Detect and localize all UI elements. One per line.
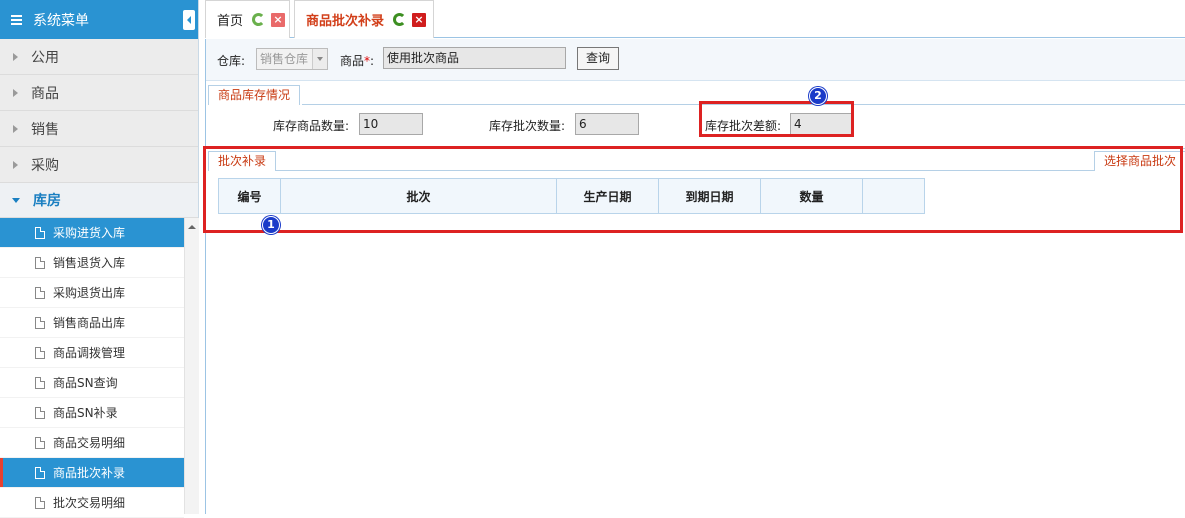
sidebar-group-public[interactable]: 公用	[0, 39, 198, 75]
product-label: 商品*:	[340, 54, 375, 68]
warehouse-select-value: 销售仓库	[260, 52, 309, 66]
chevron-right-icon	[13, 52, 18, 61]
annotation-badge-1: 1	[262, 216, 280, 234]
document-icon	[35, 436, 45, 449]
sidebar-item-sales-outbound[interactable]: 销售商品出库	[0, 308, 184, 338]
sidebar-group-label: 销售	[31, 121, 59, 138]
filter-bar: 仓库: 销售仓库 商品*: 使用批次商品 查询	[206, 39, 1185, 81]
tab-label: 商品批次补录	[306, 14, 385, 29]
warehouse-select[interactable]: 销售仓库	[256, 48, 328, 70]
sidebar-item-purchase-inbound[interactable]: 采购进货入库	[0, 218, 184, 248]
sidebar-item-batch-entry[interactable]: 商品批次补录	[0, 458, 184, 488]
sidebar-item-sn-entry[interactable]: 商品SN补录	[0, 398, 184, 428]
tab-stock-status[interactable]: 商品库存情况	[208, 85, 301, 105]
content-panel: 仓库: 销售仓库 商品*: 使用批次商品 查询 商品库存情况 库存商品数量: 1…	[205, 39, 1185, 514]
sidebar-item-label: 商品交易明细	[53, 436, 126, 450]
sidebar-group-label: 库房	[33, 193, 61, 209]
close-icon[interactable]: ×	[412, 12, 427, 27]
chevron-right-icon	[13, 88, 18, 97]
document-icon	[35, 406, 45, 419]
refresh-icon[interactable]	[252, 13, 266, 26]
stock-qty-label: 库存商品数量:	[273, 119, 350, 133]
warehouse-label: 仓库:	[217, 54, 246, 68]
product-input[interactable]: 使用批次商品	[383, 47, 566, 69]
sidebar-group-purchase[interactable]: 采购	[0, 147, 198, 183]
sidebar-item-purchase-return-outbound[interactable]: 采购退货出库	[0, 278, 184, 308]
chevron-right-icon	[13, 160, 18, 169]
refresh-icon[interactable]	[393, 13, 407, 26]
sidebar-item-label: 批次交易明细	[53, 496, 126, 510]
batch-qty-label: 库存批次数量:	[489, 119, 566, 133]
document-icon	[35, 316, 45, 329]
sidebar: 系统菜单 公用 商品 销售 采购 库房 采购进货入库 销售退货入库 采购退货出库	[0, 0, 199, 518]
sidebar-group-label: 采购	[31, 157, 59, 174]
document-icon	[35, 286, 45, 299]
stock-summary: 库存商品数量: 10 库存批次数量: 6 库存批次差额: 4	[206, 104, 1185, 144]
tab-home[interactable]: 首页 ×	[205, 0, 290, 38]
annotation-badge-2: 2	[809, 87, 827, 105]
stock-qty-field[interactable]: 10	[359, 113, 423, 135]
annotation-box-batch-panel	[203, 146, 1183, 233]
sidebar-submenu: 采购进货入库 销售退货入库 采购退货出库 销售商品出库 商品调拨管理 商品SN查…	[0, 218, 184, 518]
sidebar-item-label: 采购进货入库	[53, 226, 126, 240]
annotation-box-batch-diff	[699, 101, 854, 137]
document-icon	[35, 496, 45, 509]
sidebar-item-label: 商品调拨管理	[53, 346, 126, 360]
query-button[interactable]: 查询	[577, 47, 619, 70]
batch-qty-field[interactable]: 6	[575, 113, 639, 135]
sidebar-scrollbar[interactable]	[184, 218, 199, 514]
chevron-right-icon	[13, 124, 18, 133]
sidebar-title: 系统菜单	[33, 12, 89, 29]
document-icon	[35, 256, 45, 269]
sidebar-item-sales-return-inbound[interactable]: 销售退货入库	[0, 248, 184, 278]
tab-label: 首页	[217, 14, 244, 29]
chevron-left-icon	[187, 16, 191, 24]
list-menu-icon	[11, 14, 22, 25]
chevron-down-icon	[12, 197, 20, 203]
main-area: 首页 × 商品批次补录 × 仓库: 销售仓库 商品*: 使用批次商品 查询 商品…	[203, 0, 1185, 514]
sidebar-group-label: 公用	[31, 49, 59, 66]
tab-batch-entry[interactable]: 商品批次补录 ×	[294, 0, 434, 38]
sidebar-item-label: 商品SN补录	[53, 406, 118, 420]
document-icon	[35, 226, 45, 239]
sidebar-item-transaction-detail[interactable]: 商品交易明细	[0, 428, 184, 458]
sidebar-item-label: 采购退货出库	[53, 286, 126, 300]
sidebar-header: 系统菜单	[0, 0, 198, 39]
chevron-down-icon	[312, 49, 327, 69]
document-icon	[35, 466, 45, 479]
sidebar-item-transfer[interactable]: 商品调拨管理	[0, 338, 184, 368]
tab-bar: 首页 × 商品批次补录 ×	[205, 0, 1185, 38]
close-icon[interactable]: ×	[271, 12, 286, 27]
document-icon	[35, 346, 45, 359]
sidebar-item-sn-query[interactable]: 商品SN查询	[0, 368, 184, 398]
sidebar-item-label: 销售退货入库	[53, 256, 126, 270]
sidebar-group-product[interactable]: 商品	[0, 75, 198, 111]
collapse-sidebar-button[interactable]	[183, 10, 195, 30]
scroll-up-arrow-icon[interactable]	[188, 225, 196, 229]
sidebar-group-label: 商品	[31, 85, 59, 102]
document-icon	[35, 376, 45, 389]
sidebar-item-label: 商品SN查询	[53, 376, 118, 390]
sidebar-item-label: 销售商品出库	[53, 316, 126, 330]
sidebar-group-sales[interactable]: 销售	[0, 111, 198, 147]
sidebar-item-label: 商品批次补录	[53, 466, 126, 480]
sidebar-group-warehouse[interactable]: 库房	[0, 183, 198, 218]
